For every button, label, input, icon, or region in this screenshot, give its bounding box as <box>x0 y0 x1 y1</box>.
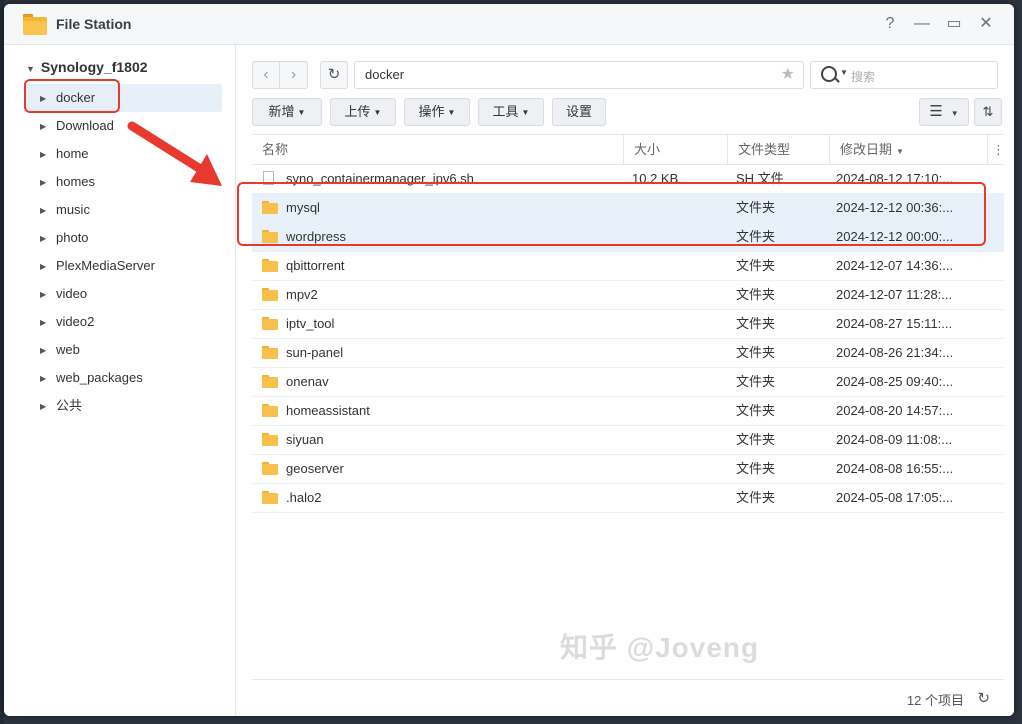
watermark: 知乎 @Joveng <box>560 632 760 663</box>
annotation-arrow <box>127 121 222 186</box>
file-station-window: File Station ? — ▭ ✕ ▼ Synology_f1802 ▶ do… <box>4 4 1014 716</box>
